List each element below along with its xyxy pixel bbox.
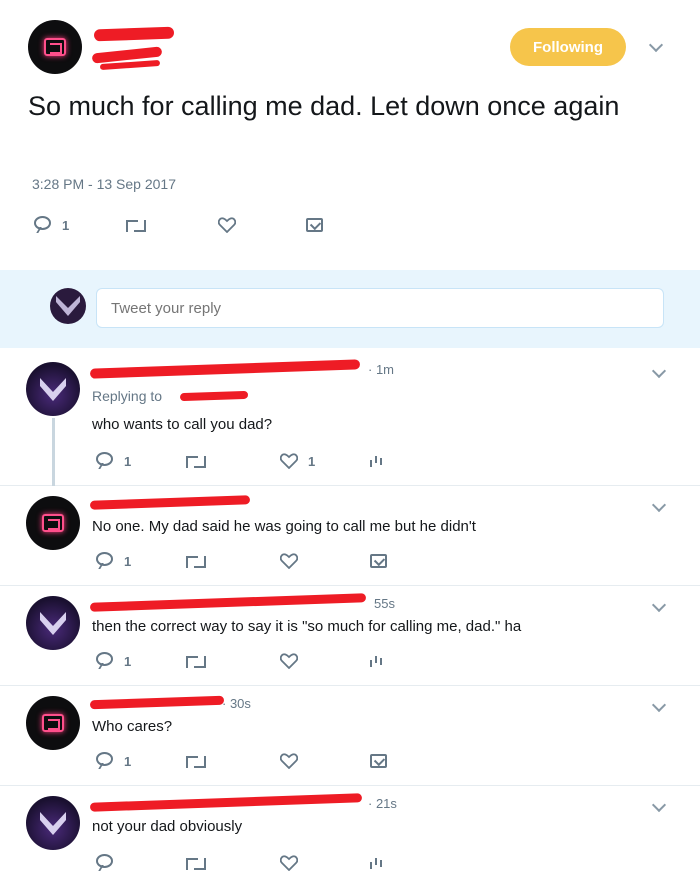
analytics-icon[interactable] (370, 652, 382, 667)
reply-count: 1 (62, 218, 70, 233)
brand-logo-icon (42, 514, 64, 532)
reply-avatar[interactable] (26, 796, 80, 850)
reply-time: · 30s (222, 696, 251, 711)
redacted-name (89, 359, 361, 379)
replying-to: Replying to (92, 388, 162, 404)
reply-avatar[interactable] (26, 496, 80, 550)
following-button[interactable]: Following (510, 28, 626, 66)
reply-icon[interactable] (96, 552, 113, 566)
redacted-handle (179, 390, 249, 402)
reply-count: 1 (124, 654, 132, 669)
reply-text: then the correct way to say it is "so mu… (92, 618, 522, 635)
reply-text: No one. My dad said he was going to call… (92, 518, 476, 535)
like-icon[interactable] (280, 653, 298, 669)
reply-icon[interactable] (96, 752, 113, 766)
visage-logo-icon (40, 812, 66, 835)
author-avatar[interactable] (28, 20, 82, 74)
reply-item[interactable]: · 1m Replying to who wants to call you d… (0, 348, 700, 486)
analytics-icon[interactable] (370, 854, 382, 869)
tweet-timestamp: 3:28 PM - 13 Sep 2017 (32, 176, 176, 192)
chevron-down-icon[interactable] (651, 597, 667, 613)
chevron-down-icon[interactable] (651, 363, 667, 379)
reply-input[interactable] (96, 288, 664, 328)
reply-count: 1 (124, 754, 132, 769)
reply-item[interactable]: · 21s not your dad obviously (0, 786, 700, 879)
reply-avatar[interactable] (26, 696, 80, 750)
chevron-down-icon[interactable] (651, 497, 667, 513)
tweet-text: So much for calling me dad. Let down onc… (28, 91, 620, 121)
reply-item[interactable]: · 30s Who cares? 1 (0, 686, 700, 786)
tweet-actions: 1 (32, 212, 352, 236)
reply-icon[interactable] (96, 452, 113, 466)
reply-avatar[interactable] (26, 596, 80, 650)
direct-message-icon[interactable] (370, 754, 387, 768)
retweet-icon[interactable] (186, 856, 206, 870)
reply-text: who wants to call you dad? (92, 416, 273, 433)
chevron-down-icon[interactable] (651, 797, 667, 813)
reply-text: not your dad obviously (92, 818, 243, 835)
like-icon[interactable] (280, 553, 298, 569)
redacted-name (89, 495, 251, 510)
reply-item[interactable]: No one. My dad said he was going to call… (0, 486, 700, 586)
retweet-icon[interactable] (126, 218, 146, 232)
analytics-icon[interactable] (370, 452, 382, 467)
direct-message-icon[interactable] (306, 218, 323, 232)
visage-logo-icon (40, 378, 66, 401)
time-value: 21s (375, 796, 397, 811)
like-count: 1 (308, 454, 316, 469)
like-icon[interactable] (280, 855, 298, 871)
like-icon[interactable] (280, 453, 298, 469)
main-tweet: Following So much for calling me dad. Le… (0, 0, 700, 270)
reply-text: Who cares? (92, 718, 173, 735)
reply-time: · 1m (368, 362, 395, 377)
reply-time: 55s (374, 596, 395, 611)
redacted-name (89, 593, 367, 612)
reply-icon[interactable] (96, 854, 113, 868)
redacted-name (89, 695, 225, 710)
like-icon[interactable] (218, 217, 236, 233)
time-value: 1m (375, 362, 395, 377)
reply-composer (0, 270, 700, 348)
chevron-down-icon[interactable] (651, 697, 667, 713)
retweet-icon[interactable] (186, 454, 206, 468)
replying-label: Replying to (92, 388, 163, 404)
reply-icon[interactable] (96, 652, 113, 666)
thread-line (52, 418, 55, 486)
retweet-icon[interactable] (186, 754, 206, 768)
reply-icon[interactable] (34, 216, 51, 230)
reply-item[interactable]: 55s then the correct way to say it is "s… (0, 586, 700, 686)
retweet-icon[interactable] (186, 554, 206, 568)
brand-logo-icon (44, 38, 66, 56)
reply-time: · 21s (368, 796, 397, 811)
redacted-name (93, 26, 175, 42)
my-avatar (50, 288, 86, 324)
brand-logo-icon (42, 714, 64, 732)
reply-count: 1 (124, 554, 132, 569)
chevron-down-icon[interactable] (648, 37, 664, 53)
redacted-name (89, 793, 363, 812)
reply-avatar[interactable] (26, 362, 80, 416)
reply-count: 1 (124, 454, 132, 469)
like-icon[interactable] (280, 753, 298, 769)
visage-logo-icon (56, 296, 80, 316)
visage-logo-icon (40, 612, 66, 635)
retweet-icon[interactable] (186, 654, 206, 668)
direct-message-icon[interactable] (370, 554, 387, 568)
time-value: 30s (229, 696, 251, 711)
